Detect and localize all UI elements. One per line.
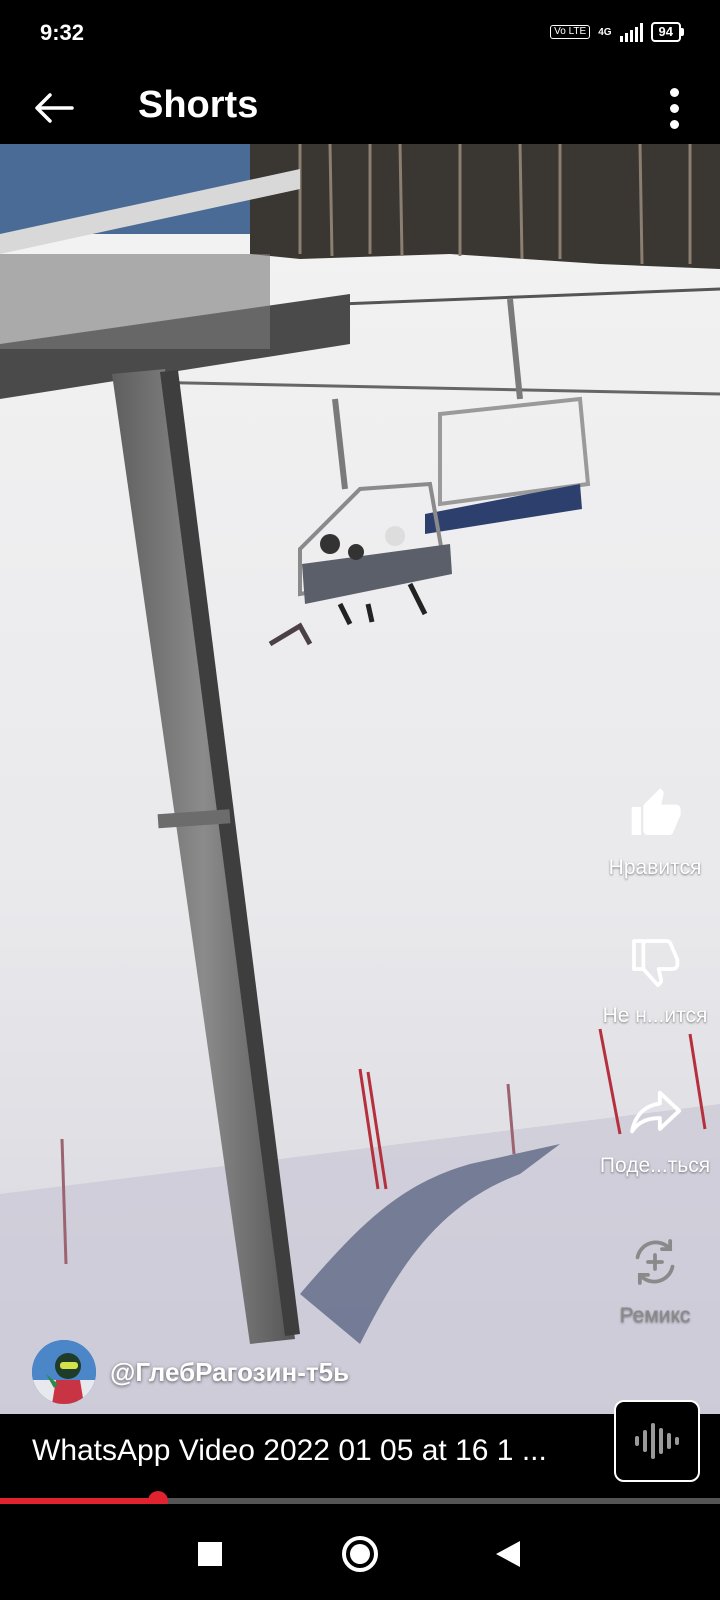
square-icon xyxy=(198,1542,222,1566)
channel-name[interactable]: @ГлебРагозин-т5ь xyxy=(110,1357,349,1388)
share-label: Поде...ться xyxy=(599,1154,711,1177)
thumb-down-outline-icon xyxy=(632,939,680,987)
home-button[interactable] xyxy=(336,1530,384,1578)
app-bar: Shorts xyxy=(0,72,720,144)
circle-icon xyxy=(342,1536,378,1572)
thumb-up-filled-icon xyxy=(631,788,681,835)
share-button[interactable]: Поде...ться xyxy=(590,1080,720,1178)
avatar[interactable] xyxy=(32,1340,96,1404)
remix-label: Ремикс xyxy=(619,1304,691,1327)
volte-icon: Vo LTE xyxy=(550,25,591,39)
video-player[interactable] xyxy=(0,144,720,1414)
channel-info[interactable]: @ГлебРагозин-т5ь xyxy=(32,1340,349,1404)
dislike-label: Не н...ится xyxy=(602,1004,708,1027)
network-type-label: 4G xyxy=(598,26,612,38)
more-vertical-icon xyxy=(669,87,679,97)
share-arrow-icon xyxy=(630,1090,682,1134)
remix-button[interactable]: Ремикс xyxy=(590,1230,720,1328)
status-time: 9:32 xyxy=(40,20,85,45)
signal-icon xyxy=(619,22,643,42)
nav-back-button[interactable] xyxy=(484,1530,532,1578)
triangle-back-icon xyxy=(496,1541,520,1567)
arrow-left-icon xyxy=(35,93,74,123)
battery-icon: 94 xyxy=(650,22,684,42)
sound-button[interactable] xyxy=(614,1400,700,1482)
like-label: Нравится xyxy=(608,856,702,879)
video-frame xyxy=(0,144,720,1414)
remix-icon xyxy=(635,1239,675,1285)
like-button[interactable]: Нравится xyxy=(590,782,720,880)
video-title[interactable]: WhatsApp Video 2022 01 05 at 16 1 ... xyxy=(32,1434,547,1468)
video-info-panel: WhatsApp Video 2022 01 05 at 16 1 ... xyxy=(0,1400,720,1500)
status-icons: Vo LTE 4G 94 xyxy=(550,22,684,42)
more-options-button[interactable] xyxy=(652,80,696,136)
back-button[interactable] xyxy=(28,82,80,134)
recents-button[interactable] xyxy=(186,1530,234,1578)
battery-level: 94 xyxy=(650,22,681,42)
page-title: Shorts xyxy=(138,84,259,126)
dislike-button[interactable]: Не н...ится xyxy=(590,930,720,1028)
status-bar: 9:32 Vo LTE 4G 94 xyxy=(0,0,720,72)
audio-waveform-icon xyxy=(635,1423,679,1459)
avatar-image xyxy=(32,1340,96,1404)
system-nav-bar xyxy=(0,1504,720,1600)
